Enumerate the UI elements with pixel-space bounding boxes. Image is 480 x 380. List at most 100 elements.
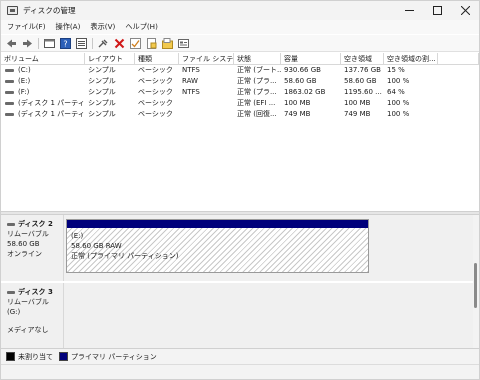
partition-e[interactable]: (E:) 58.60 GB RAW 正常 (プライマリ パーティション) (66, 219, 369, 273)
minimize-icon (404, 10, 414, 11)
check-icon (129, 37, 141, 49)
menu-file[interactable]: ファイル(F) (1, 20, 51, 34)
forward-icon (22, 39, 32, 47)
check-disk-button[interactable] (129, 37, 141, 49)
open-button[interactable] (161, 37, 173, 49)
delete-icon (114, 38, 124, 48)
menu-help[interactable]: ヘルプ(H) (120, 20, 163, 34)
settings-icon (177, 38, 189, 48)
disk-3-label[interactable]: ディスク 3 リムーバブル (G:) メディアなし (1, 283, 64, 348)
disk-2-size: 58.60 GB (7, 240, 40, 248)
disk-3-title: ディスク 3 (18, 288, 53, 296)
connect-icon (98, 39, 107, 47)
help-button[interactable]: ? (59, 37, 71, 49)
cell-status: 正常 (EFI ... (237, 99, 276, 107)
forward-button[interactable] (21, 37, 33, 49)
column-header-free-percent[interactable]: 空き領域の割... (384, 53, 438, 65)
cell-free-space: 749 MB (344, 110, 371, 118)
cell-free-space: 58.60 GB (344, 77, 377, 85)
partition-e-body: (E:) 58.60 GB RAW 正常 (プライマリ パーティション) (67, 228, 368, 272)
cell-status: 正常 (ブート... (237, 66, 281, 74)
volume-rows: (C:) シンプル ベーシック NTFS 正常 (ブート... 930.66 GB 137.… (1, 65, 479, 120)
disk-2-status: オンライン (7, 250, 42, 258)
disk-row-3[interactable]: ディスク 3 リムーバブル (G:) メディアなし (1, 283, 473, 348)
volume-list-header: ボリューム レイアウト 種類 ファイル システム 状態 容量 空き領域 空き領域… (1, 53, 479, 65)
back-button[interactable] (5, 37, 17, 49)
disk-management-window: ディスクの管理 ファイル(F) 操作(A) 表示(V) ヘルプ(H) ? ボリュ… (0, 0, 480, 380)
settings-button[interactable] (177, 37, 189, 49)
menu-view[interactable]: 表示(V) (85, 20, 120, 34)
drive-icon (5, 80, 14, 83)
cell-volume: (C:) (1, 65, 85, 76)
list-view-button[interactable] (75, 37, 87, 49)
primary-partition-bar (67, 220, 368, 228)
close-icon (460, 6, 470, 15)
volume-name: (ディスク 1 パーティシ... (18, 99, 85, 107)
disk-row-2[interactable]: ディスク 2 リムーバブル 58.60 GB オンライン (E:) 58.60 … (1, 215, 473, 281)
title-bar[interactable]: ディスクの管理 (1, 1, 479, 20)
maximize-button[interactable] (423, 1, 451, 20)
volume-name: (C:) (18, 66, 31, 74)
table-row[interactable]: (F:) シンプル ベーシック NTFS 正常 (プラ... 1863.02 GB 1195… (1, 87, 479, 98)
menu-action[interactable]: 操作(A) (51, 20, 86, 34)
column-header-filesystem[interactable]: ファイル システム (179, 53, 234, 65)
delete-button[interactable] (113, 37, 125, 49)
disk-2-label[interactable]: ディスク 2 リムーバブル 58.60 GB オンライン (1, 215, 64, 281)
volume-name: (F:) (18, 88, 30, 96)
cell-layout: シンプル (88, 88, 116, 96)
column-header-status[interactable]: 状態 (234, 53, 281, 65)
column-header-layout[interactable]: レイアウト (85, 53, 135, 65)
new-volume-button[interactable] (145, 37, 157, 49)
volume-name: (E:) (18, 77, 31, 85)
legend-primary-swatch (59, 352, 68, 361)
disk-2-title: ディスク 2 (18, 220, 53, 228)
cell-capacity: 100 MB (284, 99, 311, 107)
properties-button[interactable] (43, 37, 55, 49)
window-controls (395, 1, 479, 20)
disk-graphical-view: ディスク 2 リムーバブル 58.60 GB オンライン (E:) 58.60 … (1, 215, 479, 348)
table-row[interactable]: (ディスク 1 パーティシ...シンプル ベーシック 正常 (回復... 749 MB… (1, 109, 479, 120)
menu-bar: ファイル(F) 操作(A) 表示(V) ヘルプ(H) (1, 20, 479, 34)
status-bar (1, 364, 479, 379)
volume-name: (ディスク 1 パーティシ... (18, 110, 85, 118)
disk-3-partitions (64, 283, 473, 348)
volume-list[interactable]: ボリューム レイアウト 種類 ファイル システム 状態 容量 空き領域 空き領域… (1, 53, 479, 211)
disk-management-icon (7, 6, 18, 15)
cell-free-space: 100 MB (344, 99, 371, 107)
cell-layout: シンプル (88, 77, 116, 85)
close-button[interactable] (451, 1, 479, 20)
table-row[interactable]: (E:) シンプル ベーシック RAW 正常 (プラ... 58.60 GB 58.60 G… (1, 76, 479, 87)
cell-filesystem: NTFS (182, 66, 200, 74)
minimize-button[interactable] (395, 1, 423, 20)
cell-layout: シンプル (88, 110, 116, 118)
scrollbar-thumb[interactable] (474, 263, 477, 308)
properties-icon (43, 38, 55, 48)
cell-volume: (E:) (1, 76, 85, 87)
column-header-capacity[interactable]: 容量 (281, 53, 341, 65)
toolbar-separator (92, 37, 93, 49)
column-header-extra[interactable] (438, 53, 479, 65)
column-header-free-space[interactable]: 空き領域 (341, 53, 384, 65)
cell-type: ベーシック (138, 77, 173, 85)
legend-primary-label: プライマリ パーティション (71, 352, 157, 361)
svg-text:?: ? (63, 39, 67, 48)
cell-filesystem: NTFS (182, 88, 200, 96)
column-header-type[interactable]: 種類 (135, 53, 179, 65)
cell-filesystem: RAW (182, 77, 198, 85)
table-row[interactable]: (ディスク 1 パーティシ...シンプル ベーシック 正常 (EFI ... 100 … (1, 98, 479, 109)
cell-filesystem (179, 98, 234, 109)
cell-free-percent: 64 % (387, 88, 405, 96)
removable-disk-icon (7, 222, 15, 226)
cell-type: ベーシック (138, 88, 173, 96)
legend-unallocated: 未割り当て (6, 352, 53, 362)
new-volume-icon (146, 37, 156, 49)
cell-type: ベーシック (138, 110, 173, 118)
cell-free-percent: 100 % (387, 99, 410, 107)
cell-free-percent: 15 % (387, 66, 405, 74)
drive-icon (5, 102, 14, 105)
column-header-volume[interactable]: ボリューム (1, 53, 85, 65)
table-row[interactable]: (C:) シンプル ベーシック NTFS 正常 (ブート... 930.66 GB 137.… (1, 65, 479, 76)
partition-e-size: 58.60 GB RAW (71, 242, 122, 250)
disk-2-partitions: (E:) 58.60 GB RAW 正常 (プライマリ パーティション) (64, 215, 473, 281)
connect-button[interactable] (97, 37, 109, 49)
